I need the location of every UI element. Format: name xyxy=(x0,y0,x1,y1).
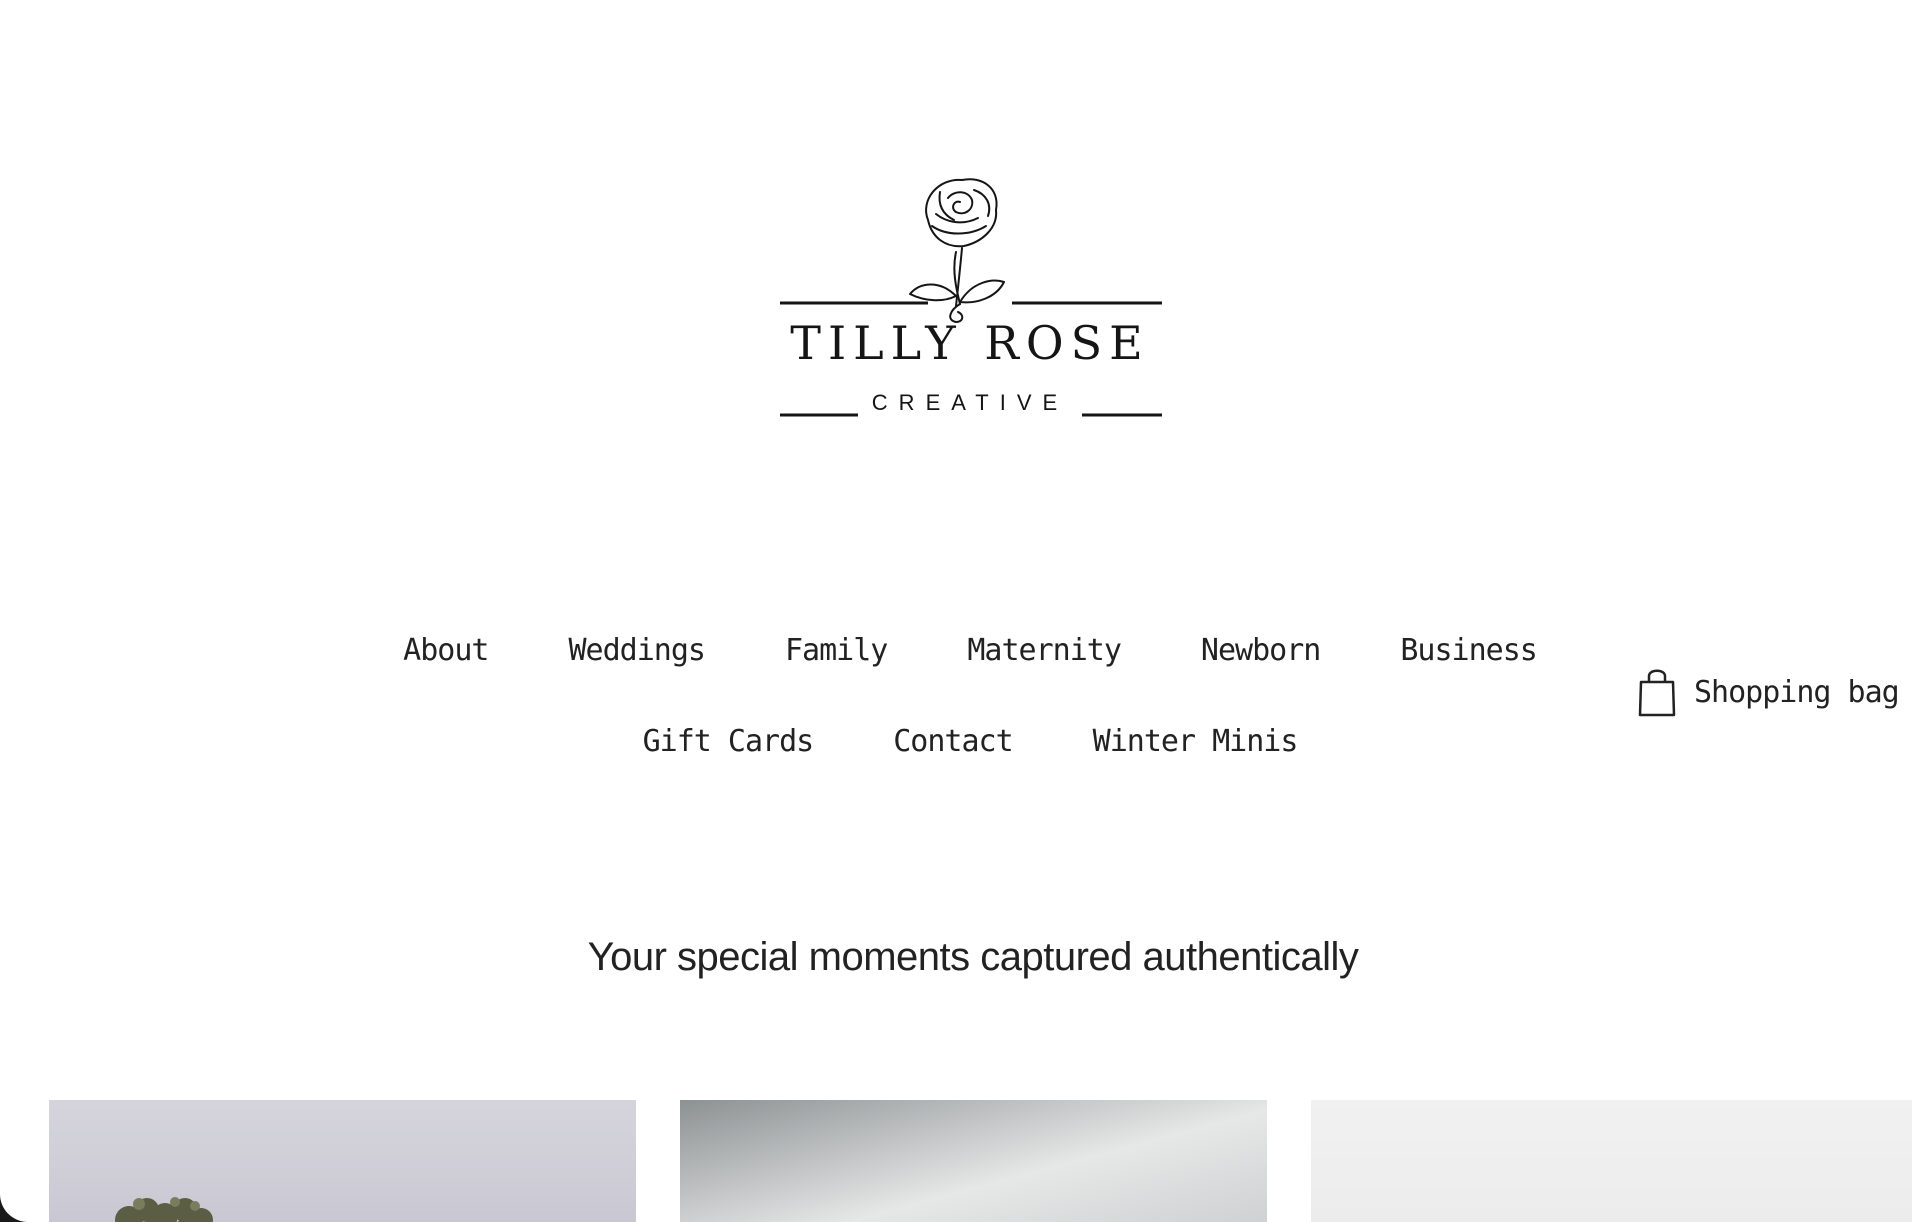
page: TILLY ROSE CREATIVE About Weddings Famil… xyxy=(0,0,1912,1222)
shopping-bag-label: Shopping bag xyxy=(1694,674,1900,710)
site-logo[interactable]: TILLY ROSE CREATIVE xyxy=(0,170,1912,440)
gallery-photo[interactable] xyxy=(680,1100,1267,1222)
logo-subtitle: CREATIVE xyxy=(871,390,1069,415)
nav-item-maternity[interactable]: Maternity xyxy=(927,629,1161,673)
tree-foliage-image xyxy=(115,1197,213,1222)
shopping-bag-icon xyxy=(1638,669,1676,717)
nav-item-winter-minis[interactable]: Winter Minis xyxy=(1053,720,1338,764)
photo-gallery xyxy=(0,1100,1912,1222)
nav-item-newborn[interactable]: Newborn xyxy=(1161,629,1360,673)
shopping-bag-button[interactable]: Shopping bag xyxy=(1636,666,1900,718)
hero-tagline: Your special moments captured authentica… xyxy=(587,935,1359,979)
nav-item-weddings[interactable]: Weddings xyxy=(528,629,745,673)
nav-item-contact[interactable]: Contact xyxy=(853,720,1052,764)
gallery-photo[interactable] xyxy=(1311,1100,1912,1222)
nav-item-family[interactable]: Family xyxy=(745,629,927,673)
gallery-photo[interactable] xyxy=(49,1100,636,1222)
logo-title: TILLY ROSE xyxy=(790,316,1150,370)
main-nav-row-1: About Weddings Family Maternity Newborn … xyxy=(0,629,1912,673)
nav-item-gift-cards[interactable]: Gift Cards xyxy=(603,720,854,764)
nav-item-business[interactable]: Business xyxy=(1360,629,1577,673)
nav-item-about[interactable]: About xyxy=(363,629,528,673)
main-nav-row-2: Gift Cards Contact Winter Minis xyxy=(0,720,1912,764)
